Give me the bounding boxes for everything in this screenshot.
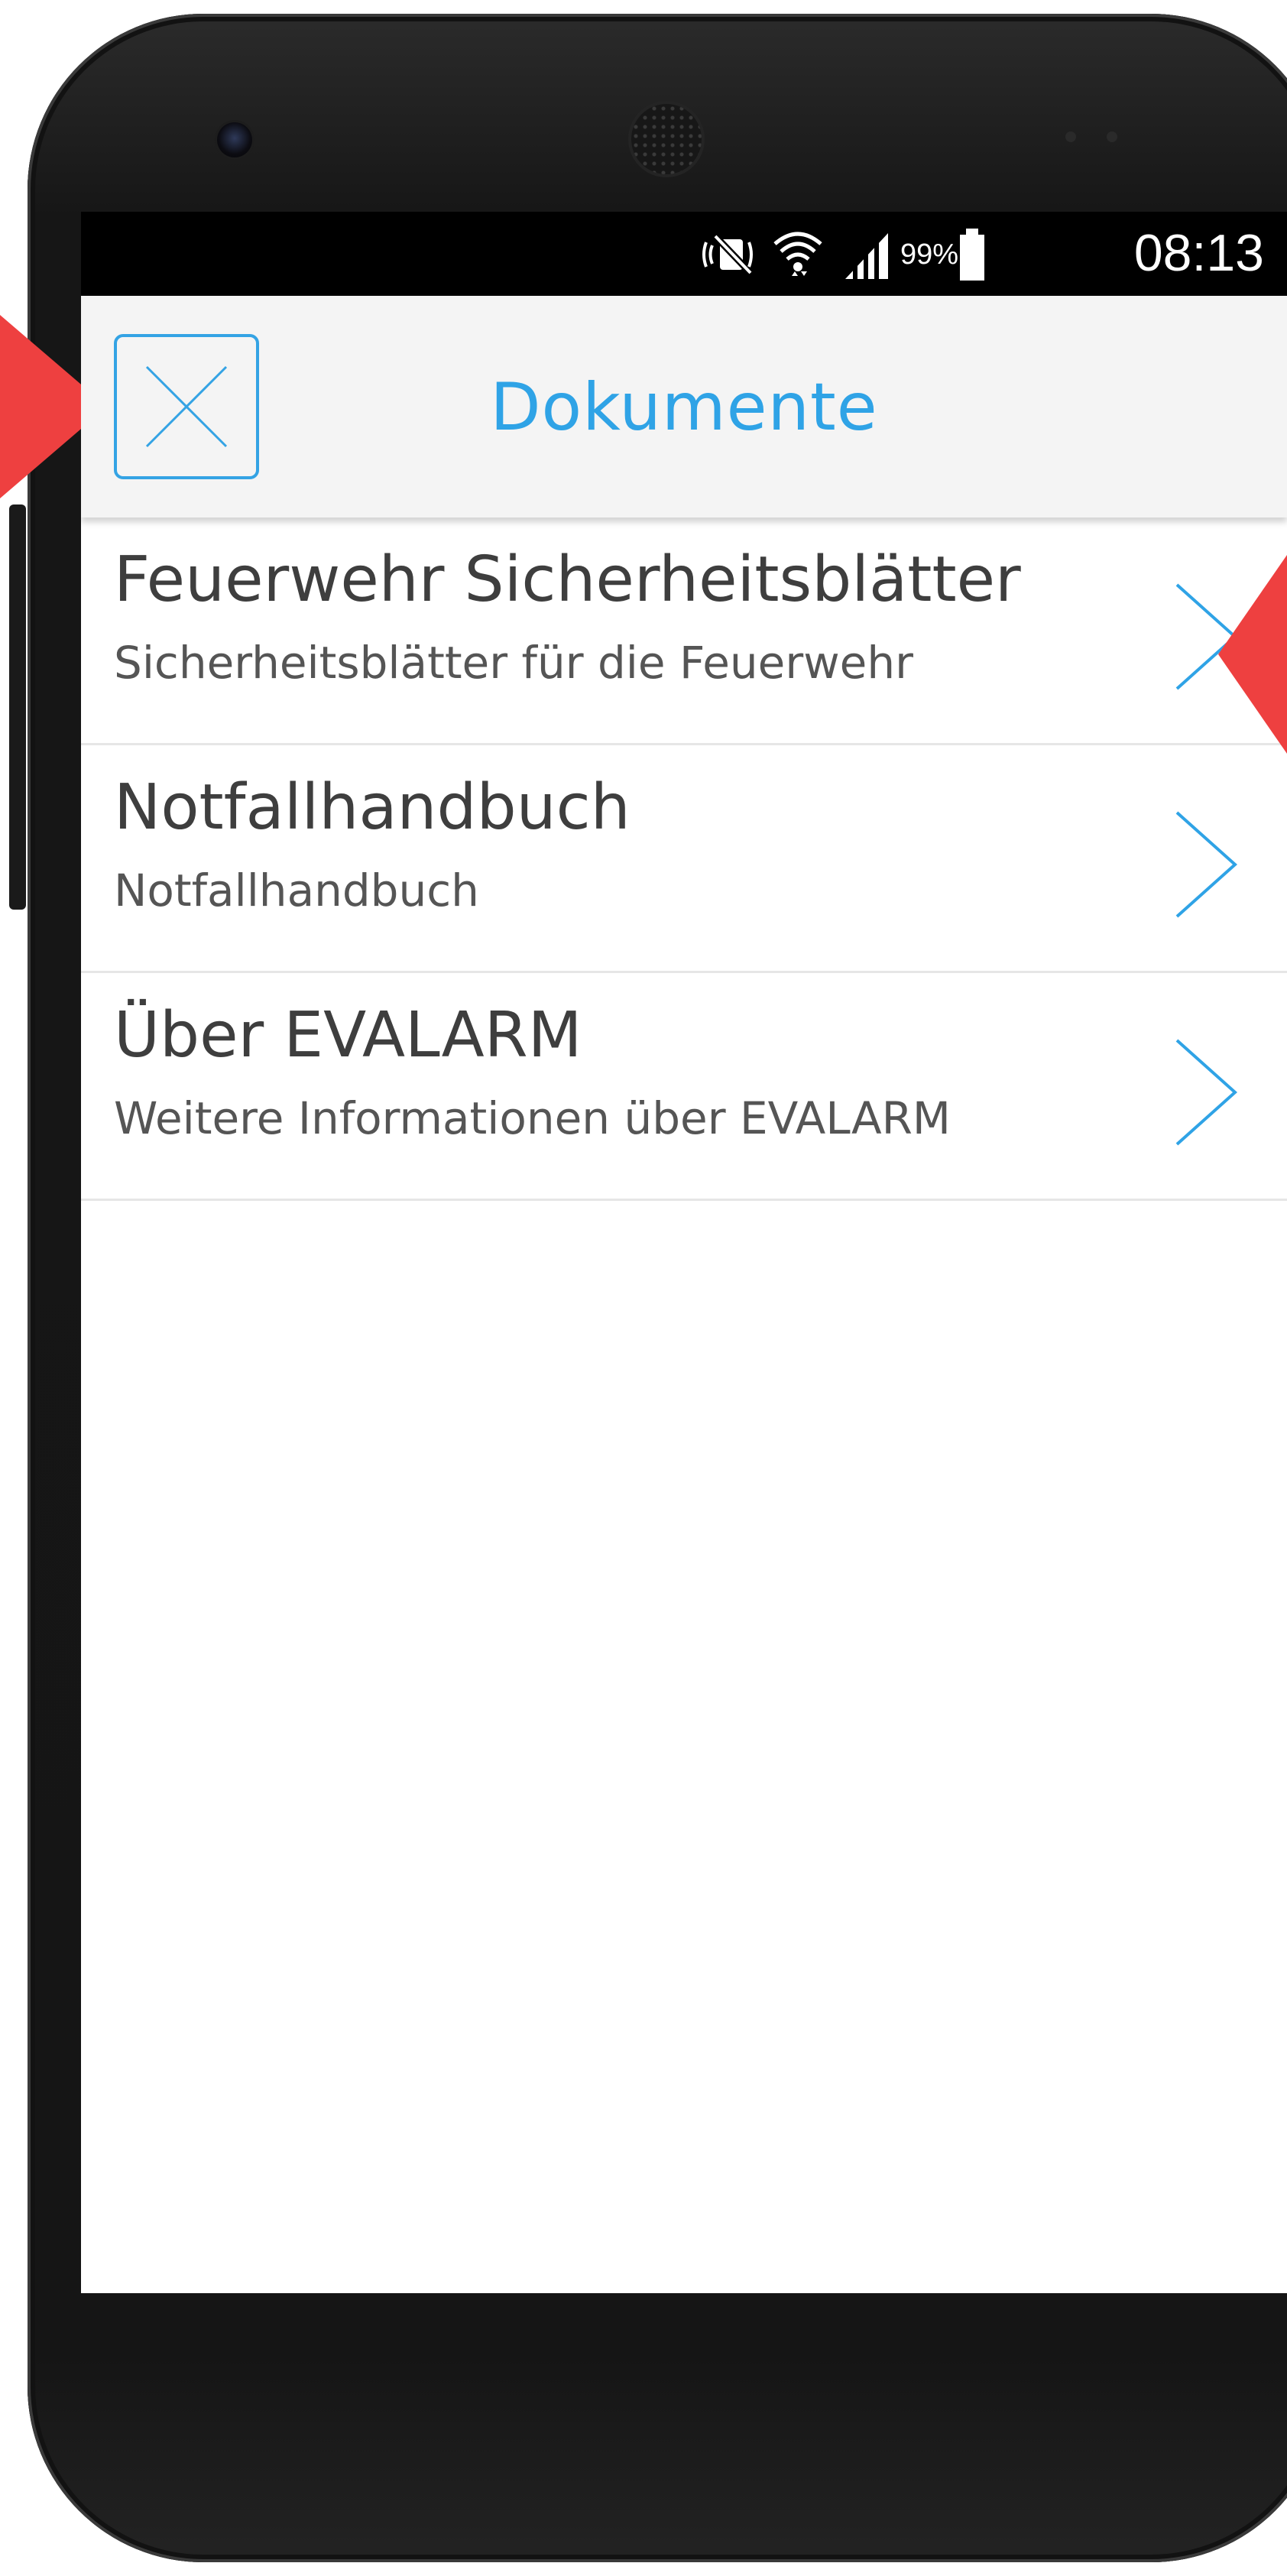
signal-icon — [845, 233, 888, 279]
status-time: 08:13 — [1133, 224, 1264, 282]
status-bar: 99% 08:13 — [81, 212, 1287, 296]
chevron-right-icon — [1175, 811, 1237, 918]
list-item-title: Notfallhandbuch — [114, 771, 631, 844]
page-title: Dokumente — [490, 369, 878, 446]
proximity-sensor-icon — [1065, 131, 1076, 142]
screen: 99% 08:13 Feuerwehr Sicherheitsblätter S… — [81, 212, 1287, 2293]
list-item-title: Über EVALARM — [114, 999, 582, 1072]
front-camera-icon — [217, 122, 252, 157]
volume-button — [9, 504, 26, 910]
silent-mode-icon — [702, 233, 754, 276]
chevron-right-icon — [1175, 1039, 1237, 1146]
earpiece-speaker-icon — [631, 104, 702, 174]
annotation-arrow-right-icon — [1218, 555, 1287, 754]
battery-icon — [960, 229, 984, 281]
list-item-subtitle: Sicherheitsblätter für die Feuerwehr — [114, 637, 913, 689]
light-sensor-icon — [1107, 131, 1117, 142]
list-item-subtitle: Weitere Informationen über EVALARM — [114, 1092, 951, 1144]
list-item-ueber-evalarm[interactable]: Über EVALARM Weitere Informationen über … — [81, 973, 1287, 1201]
phone-frame: 99% 08:13 Feuerwehr Sicherheitsblätter S… — [0, 0, 1287, 2576]
list-item-feuerwehr-sicherheitsblaetter[interactable]: Feuerwehr Sicherheitsblätter Sicherheits… — [81, 517, 1287, 745]
list-item-subtitle: Notfallhandbuch — [114, 865, 479, 917]
list-item-title: Feuerwehr Sicherheitsblätter — [114, 543, 1021, 616]
battery-percent: 99% — [900, 238, 959, 271]
list-item-notfallhandbuch[interactable]: Notfallhandbuch Notfallhandbuch — [81, 745, 1287, 973]
document-list: Feuerwehr Sicherheitsblätter Sicherheits… — [81, 517, 1287, 1201]
wifi-icon — [773, 232, 822, 276]
